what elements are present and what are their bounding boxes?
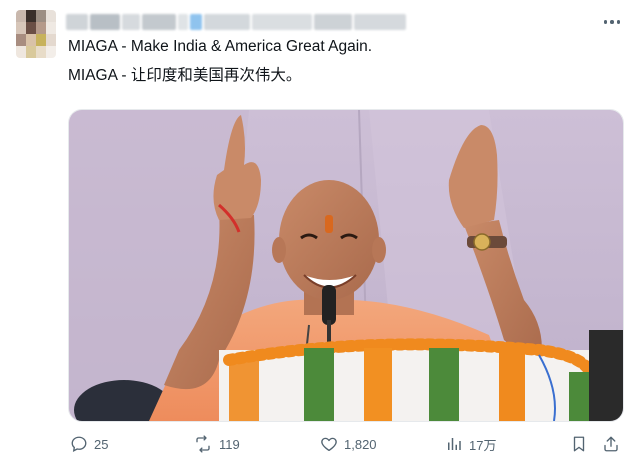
like-button[interactable]: 1,820	[320, 432, 377, 456]
author-name-blurred[interactable]	[66, 14, 406, 30]
more-dots-icon	[603, 20, 608, 24]
avatar[interactable]	[16, 10, 56, 58]
author-header[interactable]	[66, 12, 406, 32]
bar-chart-icon	[448, 438, 461, 450]
tweet-text-line-2: MIAGA - 让印度和美国再次伟大。	[68, 67, 302, 84]
retweet-icon	[196, 435, 210, 453]
views-count: 17万	[469, 437, 497, 453]
tweet-text-line-1: MIAGA - Make India & America Great Again…	[68, 38, 373, 55]
retweet-count: 119	[219, 436, 240, 452]
retweet-button[interactable]: 119	[193, 432, 240, 456]
share-button[interactable]	[602, 432, 620, 456]
reply-button[interactable]: 25	[70, 432, 108, 456]
more-options-button[interactable]	[602, 14, 622, 30]
tweet-card[interactable]: MIAGA - Make India & America Great Again…	[0, 0, 640, 467]
share-upload-icon	[604, 436, 618, 452]
bookmark-button[interactable]	[570, 432, 588, 456]
tweet-action-bar: 25 119 1,820 17万	[0, 428, 640, 460]
tweet-media-photo[interactable]	[68, 109, 624, 422]
photo-illustration	[69, 110, 623, 421]
like-count: 1,820	[344, 436, 377, 452]
views-button[interactable]: 17万	[445, 432, 496, 456]
comment-bubble-icon	[71, 436, 87, 452]
bookmark-icon	[573, 436, 585, 452]
reply-count: 25	[94, 436, 109, 452]
heart-icon	[321, 437, 337, 452]
